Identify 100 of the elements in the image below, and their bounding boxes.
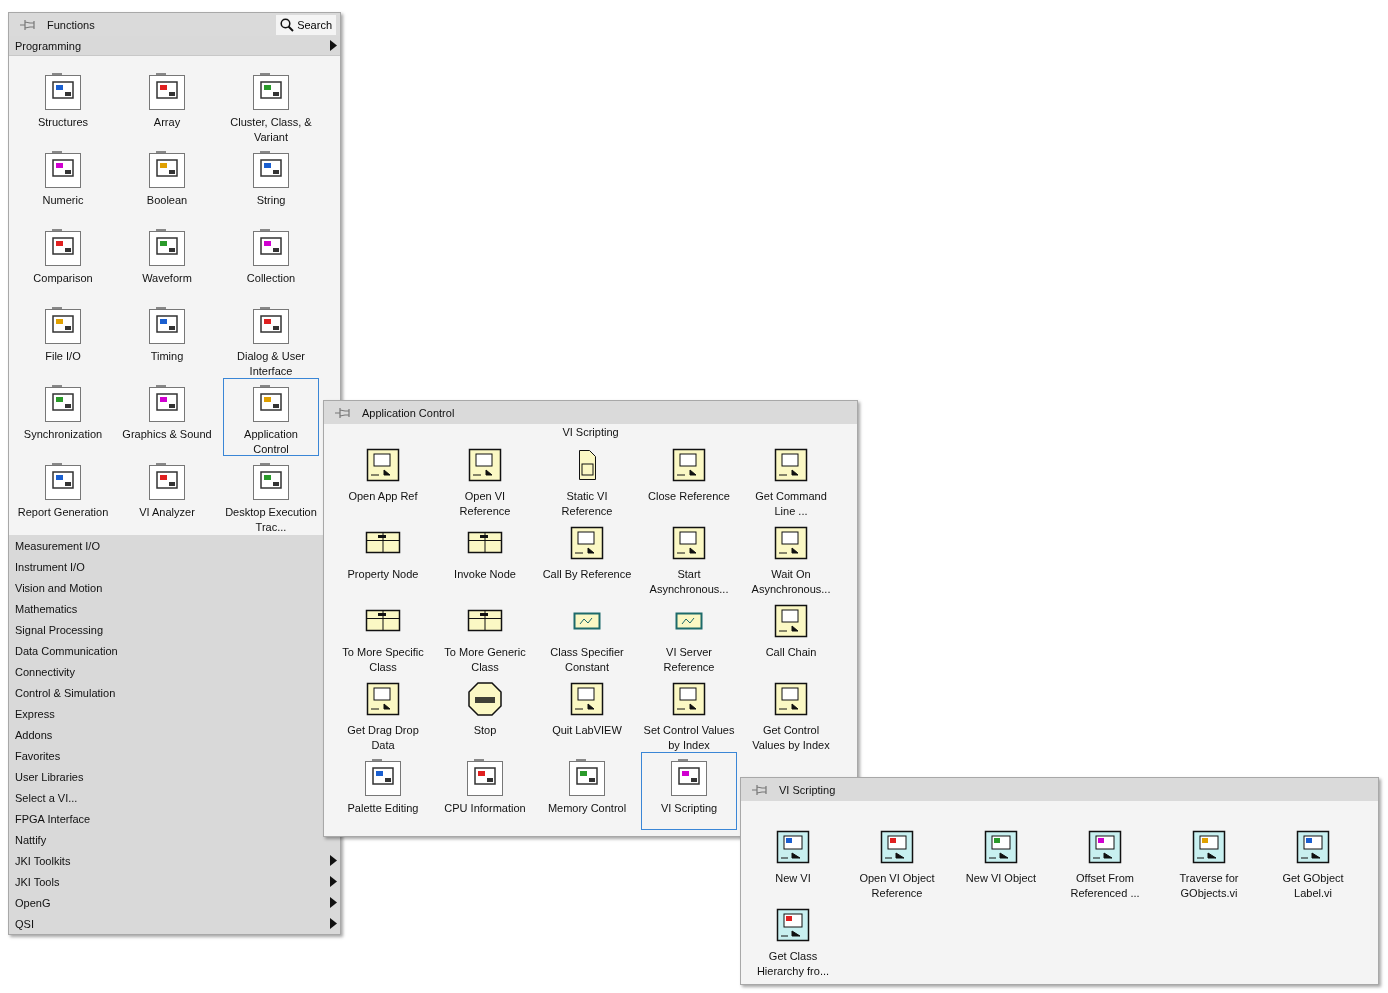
palette-item[interactable]: Get Command Line ... — [743, 440, 839, 518]
folder-tile-icon — [42, 382, 84, 424]
folder-tile-icon — [146, 148, 188, 190]
folder-tile-icon — [146, 382, 188, 424]
category-label: Express — [15, 707, 55, 720]
category-label: Data Communication — [15, 644, 118, 657]
search-button[interactable]: Search — [276, 14, 336, 35]
palette-title: VI Scripting — [779, 783, 837, 796]
pin-icon[interactable] — [751, 782, 769, 797]
category-row[interactable]: Nattify — [9, 829, 340, 850]
category-label: Favorites — [15, 749, 61, 762]
palette-item[interactable]: Static VI Reference — [539, 440, 635, 518]
palette-item[interactable]: Get Control Values by Index — [743, 674, 839, 752]
palette-item[interactable]: Graphics & Sound — [119, 378, 215, 456]
folder-tile-icon — [146, 460, 188, 502]
palette-item[interactable]: Set Control Values by Index — [641, 674, 737, 752]
palette-item[interactable]: Start Asynchronous... — [641, 518, 737, 596]
palette-item[interactable]: Wait On Asynchronous... — [743, 518, 839, 596]
folder-tile-icon — [250, 70, 292, 112]
folder-tile-icon — [250, 382, 292, 424]
folder-tile-icon — [566, 756, 608, 798]
palette-item[interactable]: Report Generation — [15, 456, 111, 534]
category-label: JKI Tools — [15, 875, 60, 888]
palette-item[interactable]: Invoke Node — [437, 518, 533, 596]
palette-item[interactable]: Open VI Object Reference — [849, 822, 945, 900]
category-label: Signal Processing — [15, 623, 104, 636]
palette-item[interactable]: Cluster, Class, & Variant — [223, 66, 319, 144]
category-label: FPGA Interface — [15, 812, 91, 825]
category-label: Select a VI... — [15, 791, 78, 804]
category-row[interactable]: Programming — [9, 36, 340, 56]
category-row[interactable]: OpenG — [9, 892, 340, 913]
palette-item[interactable]: VI Server Reference — [641, 596, 737, 674]
folder-tile-icon — [42, 460, 84, 502]
folder-tile-icon — [668, 756, 710, 798]
palette-item[interactable]: String — [223, 144, 319, 222]
palette-item[interactable]: Call By Reference — [539, 518, 635, 596]
palette-item[interactable]: CPU Information — [437, 752, 533, 830]
palette-item[interactable]: Comparison — [15, 222, 111, 300]
palette-item[interactable]: Timing — [119, 300, 215, 378]
palette-item[interactable]: Dialog & User Interface — [223, 300, 319, 378]
section-label: VI Scripting — [562, 425, 619, 440]
palette-item[interactable]: New VI Object — [953, 822, 1049, 900]
palette-item[interactable]: Desktop Execution Trac... — [223, 456, 319, 534]
folder-tile-icon — [146, 226, 188, 268]
category-label: Addons — [15, 728, 53, 741]
category-row[interactable]: JKI Tools — [9, 871, 340, 892]
palette-item[interactable]: Call Chain — [743, 596, 839, 674]
palette-item[interactable]: Traverse for GObjects.vi — [1161, 822, 1257, 900]
category-label: User Libraries — [15, 770, 84, 783]
palette-item[interactable]: Open App Ref — [335, 440, 431, 518]
palette-item[interactable]: Open VI Reference — [437, 440, 533, 518]
palette-item[interactable]: Stop — [437, 674, 533, 752]
palette-item[interactable]: Memory Control — [539, 752, 635, 830]
folder-tile-icon — [42, 70, 84, 112]
pin-icon[interactable] — [19, 17, 37, 32]
palette-item[interactable]: File I/O — [15, 300, 111, 378]
palette-item[interactable]: Collection — [223, 222, 319, 300]
palette-item[interactable]: Structures — [15, 66, 111, 144]
palette-item[interactable]: Quit LabVIEW — [539, 674, 635, 752]
palette-item[interactable]: VI Analyzer — [119, 456, 215, 534]
folder-tile-icon — [42, 226, 84, 268]
category-label: Control & Simulation — [15, 686, 116, 699]
palette-item[interactable]: Class Specifier Constant — [539, 596, 635, 674]
palette-title: Application Control — [362, 406, 456, 419]
category-row[interactable]: JKI Toolkits — [9, 850, 340, 871]
category-label: Measurement I/O — [15, 539, 100, 552]
category-label: OpenG — [15, 896, 51, 909]
palette-item[interactable]: New VI — [745, 822, 841, 900]
palette-title: Functions — [47, 18, 96, 31]
category-label: Vision and Motion — [15, 581, 103, 594]
folder-tile-icon — [250, 460, 292, 502]
search-icon — [280, 17, 295, 32]
folder-tile-icon — [250, 148, 292, 190]
category-label: JKI Toolkits — [15, 854, 71, 867]
palette-item[interactable]: Offset From Referenced ... — [1057, 822, 1153, 900]
folder-tile-icon — [250, 304, 292, 346]
folder-tile-icon — [362, 756, 404, 798]
palette-item[interactable]: Synchronization — [15, 378, 111, 456]
category-label: Connectivity — [15, 665, 75, 678]
folder-tile-icon — [42, 148, 84, 190]
folder-tile-icon — [42, 304, 84, 346]
palette-item[interactable]: Application Control — [223, 378, 319, 456]
category-label: QSI — [15, 917, 34, 930]
palette-item[interactable]: VI Scripting — [641, 752, 737, 830]
palette-item[interactable]: Numeric — [15, 144, 111, 222]
category-label: Instrument I/O — [15, 560, 85, 573]
palette-item[interactable]: Get GObject Label.vi — [1265, 822, 1361, 900]
palette-item[interactable]: Boolean — [119, 144, 215, 222]
palette-item[interactable]: To More Generic Class — [437, 596, 533, 674]
category-label: Mathematics — [15, 602, 78, 615]
category-label: Programming — [15, 39, 82, 52]
pin-icon[interactable] — [334, 405, 352, 420]
category-label: Nattify — [15, 833, 47, 846]
folder-tile-icon — [146, 70, 188, 112]
palette-item[interactable]: Get Class Hierarchy fro... — [745, 900, 841, 978]
folder-tile-icon — [146, 304, 188, 346]
category-row[interactable]: QSI — [9, 913, 340, 934]
palette-item[interactable]: Array — [119, 66, 215, 144]
palette-item[interactable]: Waveform — [119, 222, 215, 300]
palette-item[interactable]: Close Reference — [641, 440, 737, 518]
